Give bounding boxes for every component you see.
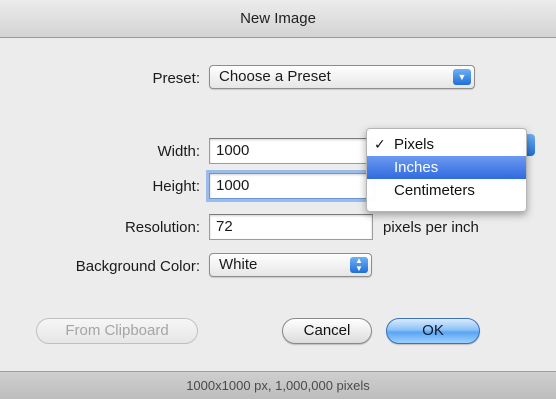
status-bar: 1000x1000 px, 1,000,000 pixels: [0, 371, 556, 399]
unit-menu: ✓ Pixels Inches Centimeters: [366, 128, 527, 212]
from-clipboard-button[interactable]: From Clipboard: [36, 318, 198, 344]
cancel-button[interactable]: Cancel: [282, 318, 372, 344]
height-label: Height:: [152, 178, 200, 195]
width-label: Width:: [157, 143, 200, 160]
resolution-label: Resolution:: [124, 219, 200, 236]
checkmark-icon: ✓: [374, 136, 386, 152]
background-color-popup[interactable]: White ▲ ▼: [209, 253, 372, 277]
preset-label: Preset:: [152, 70, 200, 87]
unit-menu-item-label: Inches: [394, 159, 439, 176]
height-field[interactable]: 1000: [209, 173, 373, 199]
window-titlebar: New Image: [0, 0, 556, 38]
preset-value: Choose a Preset: [219, 68, 331, 85]
status-text: 1000x1000 px, 1,000,000 pixels: [186, 378, 370, 393]
unit-menu-item-centimeters[interactable]: Centimeters: [367, 179, 526, 202]
resolution-unit: pixels per inch: [383, 219, 479, 236]
ok-button[interactable]: OK: [386, 318, 480, 344]
unit-menu-item-label: Centimeters: [394, 182, 475, 199]
background-color-label: Background Color:: [75, 258, 200, 275]
updown-arrows-icon: ▲ ▼: [350, 257, 368, 273]
width-field[interactable]: 1000: [209, 138, 373, 164]
unit-menu-item-pixels[interactable]: ✓ Pixels: [367, 133, 526, 156]
window-title: New Image: [240, 10, 316, 27]
resolution-field[interactable]: 72: [209, 214, 373, 240]
chevron-down-icon: ▼: [453, 69, 471, 85]
unit-menu-item-label: Pixels: [394, 136, 435, 153]
unit-menu-item-inches[interactable]: Inches: [367, 156, 526, 179]
preset-popup[interactable]: Choose a Preset ▼: [209, 65, 475, 89]
background-color-value: White: [219, 256, 258, 273]
